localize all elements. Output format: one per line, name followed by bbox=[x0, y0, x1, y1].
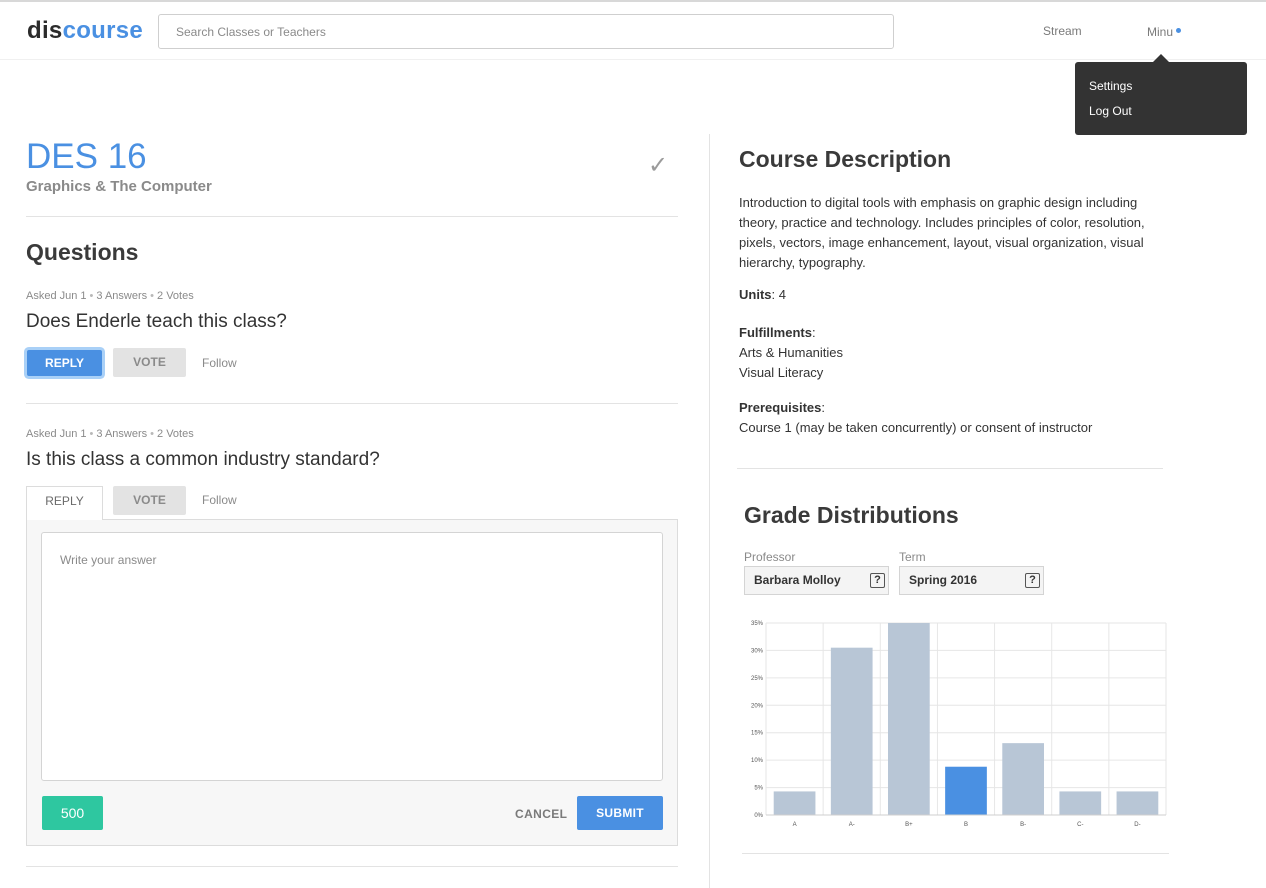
questions-title: Questions bbox=[26, 239, 139, 265]
fulfillment-item: Visual Literacy bbox=[739, 365, 824, 380]
y-tick-label: 20% bbox=[751, 703, 764, 709]
x-tick-label: A- bbox=[849, 822, 855, 828]
follow-link[interactable]: Follow bbox=[202, 493, 237, 507]
user-dropdown: Settings Log Out bbox=[1075, 54, 1247, 135]
grade-distributions-title: Grade Distributions bbox=[744, 502, 959, 528]
x-tick-label: C- bbox=[1077, 822, 1083, 828]
char-count-badge: 500 bbox=[42, 796, 103, 830]
y-tick-label: 25% bbox=[751, 676, 764, 682]
y-tick-label: 5% bbox=[754, 786, 763, 792]
divider bbox=[26, 216, 678, 217]
units: Units: 4 bbox=[739, 287, 786, 302]
search-input[interactable] bbox=[158, 14, 894, 49]
divider bbox=[737, 468, 1163, 469]
notification-dot bbox=[1176, 28, 1181, 33]
submit-button[interactable]: SUBMIT bbox=[577, 796, 663, 830]
x-tick-label: B+ bbox=[905, 822, 913, 828]
user-menu-link[interactable]: Minu bbox=[1147, 25, 1173, 39]
column-divider bbox=[709, 134, 710, 888]
bar bbox=[1116, 791, 1159, 815]
fulfillments: Fulfillments: Arts & Humanities Visual L… bbox=[739, 323, 843, 383]
answer-form: 500 CANCEL SUBMIT bbox=[26, 519, 678, 846]
check-icon[interactable]: ✓ bbox=[648, 151, 668, 180]
divider bbox=[26, 866, 678, 867]
bar bbox=[1059, 791, 1102, 815]
cancel-button[interactable]: CANCEL bbox=[515, 807, 567, 821]
question-meta: Asked Jun 1 • 3 Answers • 2 Votes bbox=[26, 290, 194, 302]
prerequisites-value: Course 1 (may be taken concurrently) or … bbox=[739, 420, 1093, 435]
nav-stream-link[interactable]: Stream bbox=[1043, 24, 1082, 38]
y-tick-label: 10% bbox=[751, 758, 764, 764]
x-tick-label: B- bbox=[1020, 822, 1026, 828]
header: discourse Stream Minu bbox=[0, 2, 1266, 60]
x-tick-label: B bbox=[964, 822, 968, 828]
professor-label: Professor bbox=[744, 550, 796, 564]
y-tick-label: 30% bbox=[751, 648, 764, 654]
bar bbox=[888, 623, 930, 815]
vote-button[interactable]: VOTE bbox=[113, 348, 186, 377]
bar bbox=[773, 791, 816, 815]
divider bbox=[26, 403, 678, 404]
answer-textarea[interactable] bbox=[41, 532, 663, 781]
term-select[interactable]: Spring 2016 ? bbox=[899, 566, 1044, 595]
course-name: Graphics & The Computer bbox=[26, 178, 212, 195]
professor-select[interactable]: Barbara Molloy ? bbox=[744, 566, 889, 595]
menu-item-log-out[interactable]: Log Out bbox=[1089, 104, 1132, 118]
grade-distribution-chart: 0% 5% 10% 15% 20% 25% 30% 35% A A- B+ B B- C- D- bbox=[751, 621, 1167, 828]
question-title[interactable]: Is this class a common industry standard… bbox=[26, 449, 380, 471]
bar bbox=[830, 647, 873, 815]
help-icon[interactable]: ? bbox=[870, 573, 885, 588]
x-tick-label: D- bbox=[1134, 822, 1140, 828]
y-tick-label: 15% bbox=[751, 731, 764, 737]
bar bbox=[945, 766, 987, 815]
reply-button[interactable]: REPLY bbox=[27, 350, 102, 376]
prerequisites: Prerequisites: Course 1 (may be taken co… bbox=[739, 398, 1092, 438]
logo[interactable]: discourse bbox=[27, 17, 143, 45]
vote-button[interactable]: VOTE bbox=[113, 486, 186, 515]
divider bbox=[742, 853, 1169, 854]
question-meta: Asked Jun 1 • 3 Answers • 2 Votes bbox=[26, 428, 194, 440]
fulfillment-item: Arts & Humanities bbox=[739, 345, 844, 360]
menu-item-settings[interactable]: Settings bbox=[1089, 79, 1132, 93]
y-tick-label: 0% bbox=[754, 813, 763, 819]
bar bbox=[1002, 743, 1044, 815]
help-icon[interactable]: ? bbox=[1025, 573, 1040, 588]
y-tick-label: 35% bbox=[751, 621, 764, 627]
reply-tab[interactable]: REPLY bbox=[26, 486, 103, 520]
course-code: DES 16 bbox=[26, 137, 147, 176]
question-title[interactable]: Does Enderle teach this class? bbox=[26, 311, 287, 333]
term-label: Term bbox=[899, 550, 926, 564]
follow-link[interactable]: Follow bbox=[202, 356, 237, 370]
course-description-title: Course Description bbox=[739, 146, 952, 172]
x-tick-label: A bbox=[793, 822, 797, 828]
course-description-text: Introduction to digital tools with empha… bbox=[739, 195, 1145, 270]
